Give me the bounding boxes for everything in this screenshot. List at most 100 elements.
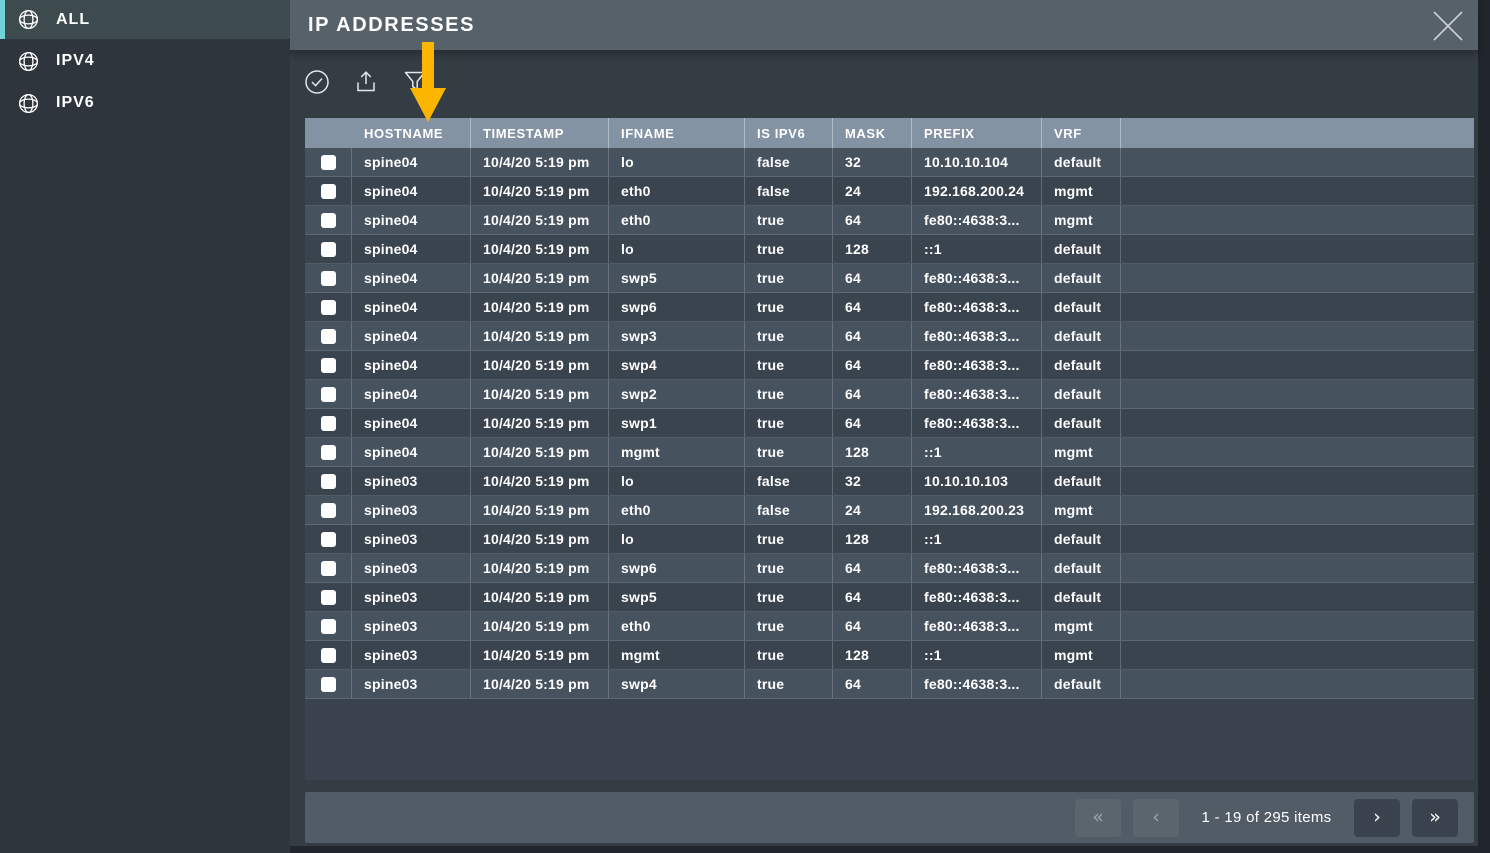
cell-timestamp: 10/4/20 5:19 pm: [471, 235, 609, 263]
row-checkbox[interactable]: [321, 474, 336, 489]
select-all-button[interactable]: [303, 68, 331, 96]
cell-prefix: fe80::4638:3...: [912, 351, 1042, 379]
row-checkbox[interactable]: [321, 242, 336, 257]
sidebar-item-all[interactable]: ALL: [0, 0, 290, 39]
cell-prefix: fe80::4638:3...: [912, 293, 1042, 321]
cell-select: [305, 322, 352, 350]
last-page-button[interactable]: »: [1412, 799, 1458, 837]
cell-hostname: spine04: [352, 322, 471, 350]
row-checkbox[interactable]: [321, 590, 336, 605]
cell-hostname: spine04: [352, 438, 471, 466]
column-header-hostname[interactable]: HOSTNAME: [352, 118, 471, 148]
column-header-timestamp[interactable]: TIMESTAMP: [471, 118, 609, 148]
cell-vrf: default: [1042, 293, 1121, 321]
table-row[interactable]: spine0410/4/20 5:19 pmlofalse3210.10.10.…: [305, 148, 1474, 177]
first-page-button[interactable]: «: [1075, 799, 1121, 837]
cell-ifname: eth0: [609, 206, 745, 234]
cell-select: [305, 206, 352, 234]
row-checkbox[interactable]: [321, 619, 336, 634]
ip-addresses-table: HOSTNAME TIMESTAMP IFNAME IS IPV6 MASK P…: [305, 118, 1474, 780]
row-checkbox[interactable]: [321, 300, 336, 315]
cell-vrf: default: [1042, 322, 1121, 350]
table-row[interactable]: spine0410/4/20 5:19 pmswp6true64fe80::46…: [305, 293, 1474, 322]
cell-filler: [1121, 148, 1474, 176]
cell-select: [305, 235, 352, 263]
row-checkbox[interactable]: [321, 532, 336, 547]
sidebar-item-label: ALL: [56, 11, 90, 29]
close-button[interactable]: [1432, 11, 1464, 41]
cell-mask: 64: [833, 293, 912, 321]
globe-icon: [17, 50, 40, 73]
cell-select: [305, 148, 352, 176]
row-checkbox[interactable]: [321, 271, 336, 286]
column-header-ifname[interactable]: IFNAME: [609, 118, 745, 148]
table-row[interactable]: spine0410/4/20 5:19 pmlotrue128::1defaul…: [305, 235, 1474, 264]
row-checkbox[interactable]: [321, 358, 336, 373]
table-row[interactable]: spine0310/4/20 5:19 pmlofalse3210.10.10.…: [305, 467, 1474, 496]
table-row[interactable]: spine0410/4/20 5:19 pmswp5true64fe80::46…: [305, 264, 1474, 293]
table-row[interactable]: spine0410/4/20 5:19 pmeth0true64fe80::46…: [305, 206, 1474, 235]
table-row[interactable]: spine0310/4/20 5:19 pmswp4true64fe80::46…: [305, 670, 1474, 699]
row-checkbox[interactable]: [321, 184, 336, 199]
table-row[interactable]: spine0410/4/20 5:19 pmswp1true64fe80::46…: [305, 409, 1474, 438]
cell-vrf: default: [1042, 525, 1121, 553]
next-page-button[interactable]: ›: [1354, 799, 1400, 837]
check-circle-icon: [304, 69, 330, 95]
column-header-is-ipv6[interactable]: IS IPV6: [745, 118, 833, 148]
cell-filler: [1121, 641, 1474, 669]
table-row[interactable]: spine0410/4/20 5:19 pmswp4true64fe80::46…: [305, 351, 1474, 380]
sidebar-item-ipv6[interactable]: IPV6: [0, 83, 290, 123]
column-header-prefix[interactable]: PREFIX: [912, 118, 1042, 148]
cell-hostname: spine04: [352, 380, 471, 408]
table-row[interactable]: spine0410/4/20 5:19 pmeth0false24192.168…: [305, 177, 1474, 206]
filter-button[interactable]: [401, 68, 429, 96]
cell-vrf: mgmt: [1042, 206, 1121, 234]
table-row[interactable]: spine0310/4/20 5:19 pmswp5true64fe80::46…: [305, 583, 1474, 612]
cell-select: [305, 351, 352, 379]
row-checkbox[interactable]: [321, 213, 336, 228]
cell-select: [305, 554, 352, 582]
row-checkbox[interactable]: [321, 155, 336, 170]
column-header-vrf[interactable]: VRF: [1042, 118, 1121, 148]
table-row[interactable]: spine0410/4/20 5:19 pmswp3true64fe80::46…: [305, 322, 1474, 351]
table-row[interactable]: spine0310/4/20 5:19 pmeth0false24192.168…: [305, 496, 1474, 525]
table-row[interactable]: spine0310/4/20 5:19 pmswp6true64fe80::46…: [305, 554, 1474, 583]
sidebar-item-label: IPV6: [56, 94, 95, 112]
table-row[interactable]: spine0410/4/20 5:19 pmmgmttrue128::1mgmt: [305, 438, 1474, 467]
column-header-mask[interactable]: MASK: [833, 118, 912, 148]
cell-is-ipv6: true: [745, 409, 833, 437]
cell-timestamp: 10/4/20 5:19 pm: [471, 322, 609, 350]
row-checkbox[interactable]: [321, 329, 336, 344]
row-checkbox[interactable]: [321, 416, 336, 431]
cell-select: [305, 467, 352, 495]
row-checkbox[interactable]: [321, 561, 336, 576]
cell-prefix: ::1: [912, 641, 1042, 669]
row-checkbox[interactable]: [321, 677, 336, 692]
cell-select: [305, 612, 352, 640]
export-button[interactable]: [352, 68, 380, 96]
row-checkbox[interactable]: [321, 445, 336, 460]
cell-ifname: eth0: [609, 496, 745, 524]
table-row[interactable]: spine0310/4/20 5:19 pmmgmttrue128::1mgmt: [305, 641, 1474, 670]
row-checkbox[interactable]: [321, 648, 336, 663]
cell-is-ipv6: true: [745, 641, 833, 669]
cell-ifname: lo: [609, 525, 745, 553]
cell-filler: [1121, 670, 1474, 698]
cell-timestamp: 10/4/20 5:19 pm: [471, 583, 609, 611]
table-row[interactable]: spine0310/4/20 5:19 pmlotrue128::1defaul…: [305, 525, 1474, 554]
cell-prefix: fe80::4638:3...: [912, 322, 1042, 350]
cell-filler: [1121, 380, 1474, 408]
table-row[interactable]: spine0410/4/20 5:19 pmswp2true64fe80::46…: [305, 380, 1474, 409]
cell-mask: 32: [833, 148, 912, 176]
table-row[interactable]: spine0310/4/20 5:19 pmeth0true64fe80::46…: [305, 612, 1474, 641]
cell-prefix: 192.168.200.23: [912, 496, 1042, 524]
cell-ifname: swp4: [609, 670, 745, 698]
sidebar: ALL IPV4 IPV6: [0, 0, 290, 853]
sidebar-item-ipv4[interactable]: IPV4: [0, 41, 290, 81]
cell-is-ipv6: true: [745, 206, 833, 234]
cell-timestamp: 10/4/20 5:19 pm: [471, 351, 609, 379]
row-checkbox[interactable]: [321, 503, 336, 518]
prev-page-button[interactable]: ‹: [1133, 799, 1179, 837]
row-checkbox[interactable]: [321, 387, 336, 402]
cell-ifname: lo: [609, 148, 745, 176]
